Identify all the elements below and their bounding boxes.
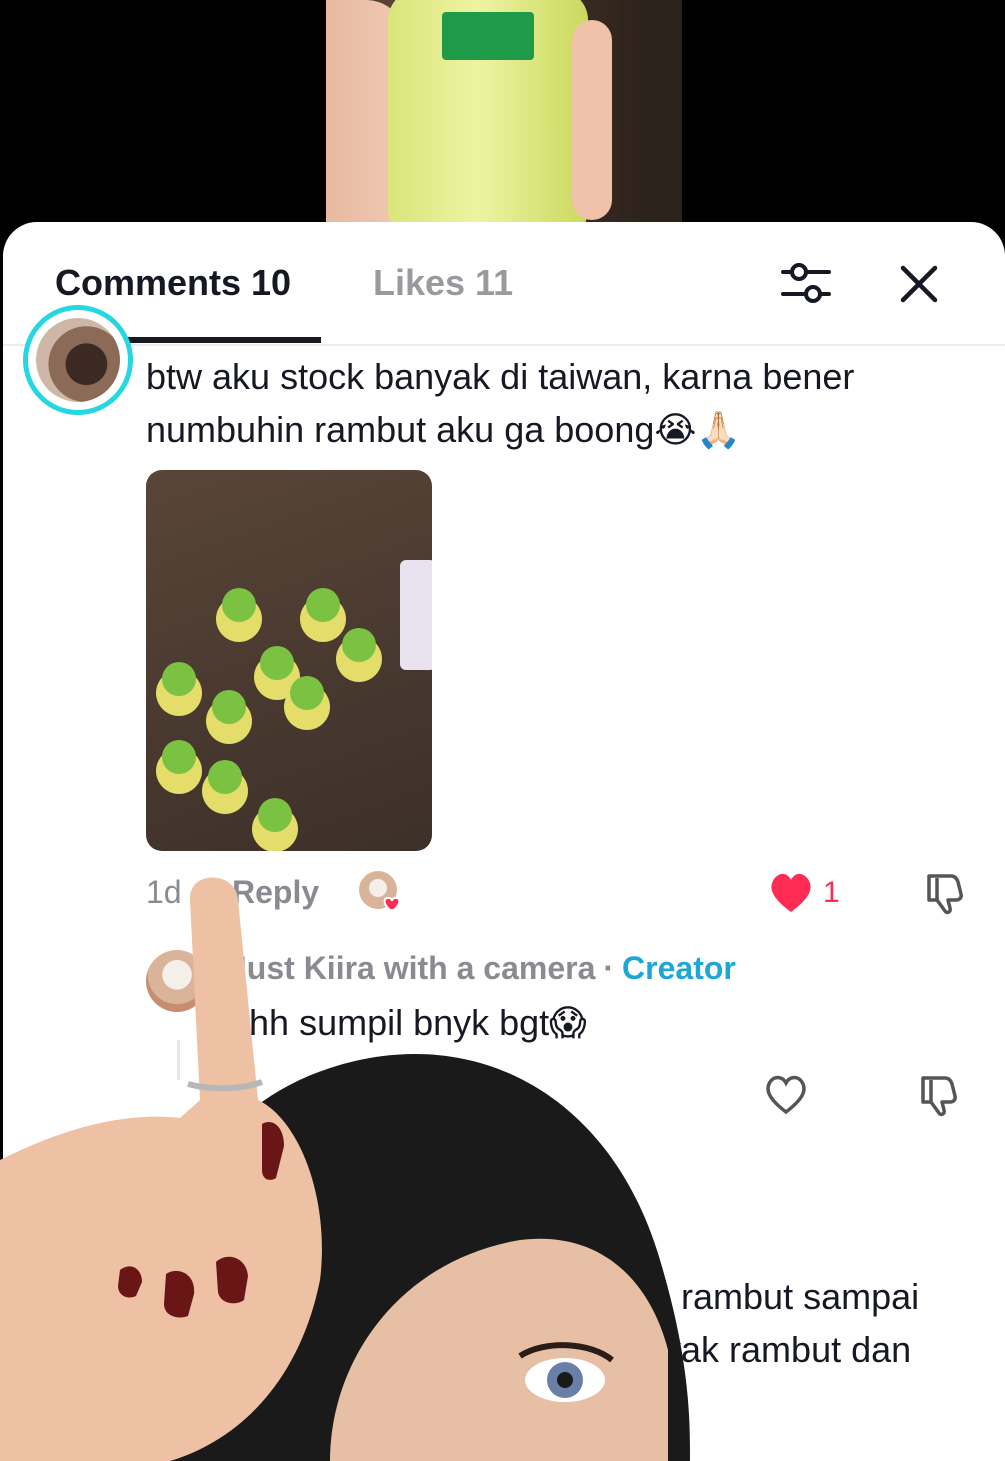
next-comment-line-1: in rambut sampai — [643, 1276, 920, 1317]
reply-button[interactable]: Reply — [232, 874, 319, 911]
tab-comments[interactable]: Comments 10 — [55, 262, 291, 304]
video-finger — [572, 20, 612, 220]
comment-text: btw aku stock banyak di taiwan, karna be… — [146, 356, 855, 450]
next-comment-line-2: nyak rambut dan — [643, 1329, 912, 1370]
close-icon — [900, 265, 938, 303]
product-label — [442, 12, 534, 60]
tab-likes[interactable]: Likes 11 — [373, 262, 513, 304]
video-frame-bottle — [326, 0, 682, 232]
thumbs-down-icon — [927, 874, 963, 915]
close-button[interactable] — [895, 260, 943, 308]
comment-image[interactable] — [146, 470, 432, 851]
creator-badge: Creator — [622, 950, 736, 986]
reply-author-name[interactable]: Just Kiira with a camera — [229, 950, 595, 986]
heart-outline-icon — [766, 1075, 806, 1115]
next-comment-text: in rambut sampai nyak rambut dan — [643, 1270, 919, 1376]
reply-text: ahh sumpil bnyk bgt😱 — [229, 1002, 587, 1043]
reply-avatar[interactable] — [146, 950, 208, 1012]
dislike-button[interactable] — [921, 870, 967, 916]
comment-meta-row: 1d Reply 1 — [146, 870, 976, 920]
separator: · — [603, 950, 615, 986]
sliders-icon — [781, 263, 831, 303]
thread-line — [177, 1040, 180, 1080]
video-background — [0, 0, 1005, 232]
reply-author-row: Just Kiira with a camera · Creator — [229, 950, 736, 987]
like-count: 1 — [823, 876, 840, 909]
reply-like-button[interactable] — [763, 1072, 809, 1116]
filter-button[interactable] — [779, 260, 833, 308]
creator-liked-avatar-icon — [358, 870, 402, 914]
heart-icon — [771, 873, 811, 912]
commenter-avatar[interactable] — [23, 305, 133, 415]
comment-date: 1d — [146, 874, 182, 910]
thumbs-down-icon — [921, 1076, 957, 1117]
like-button[interactable] — [768, 870, 814, 914]
reply-dislike-button[interactable] — [915, 1072, 961, 1118]
tab-bar: Comments 10 Likes 11 — [3, 222, 1005, 346]
comments-sheet: Comments 10 Likes 11 btw aku stock banya… — [3, 222, 1005, 1461]
